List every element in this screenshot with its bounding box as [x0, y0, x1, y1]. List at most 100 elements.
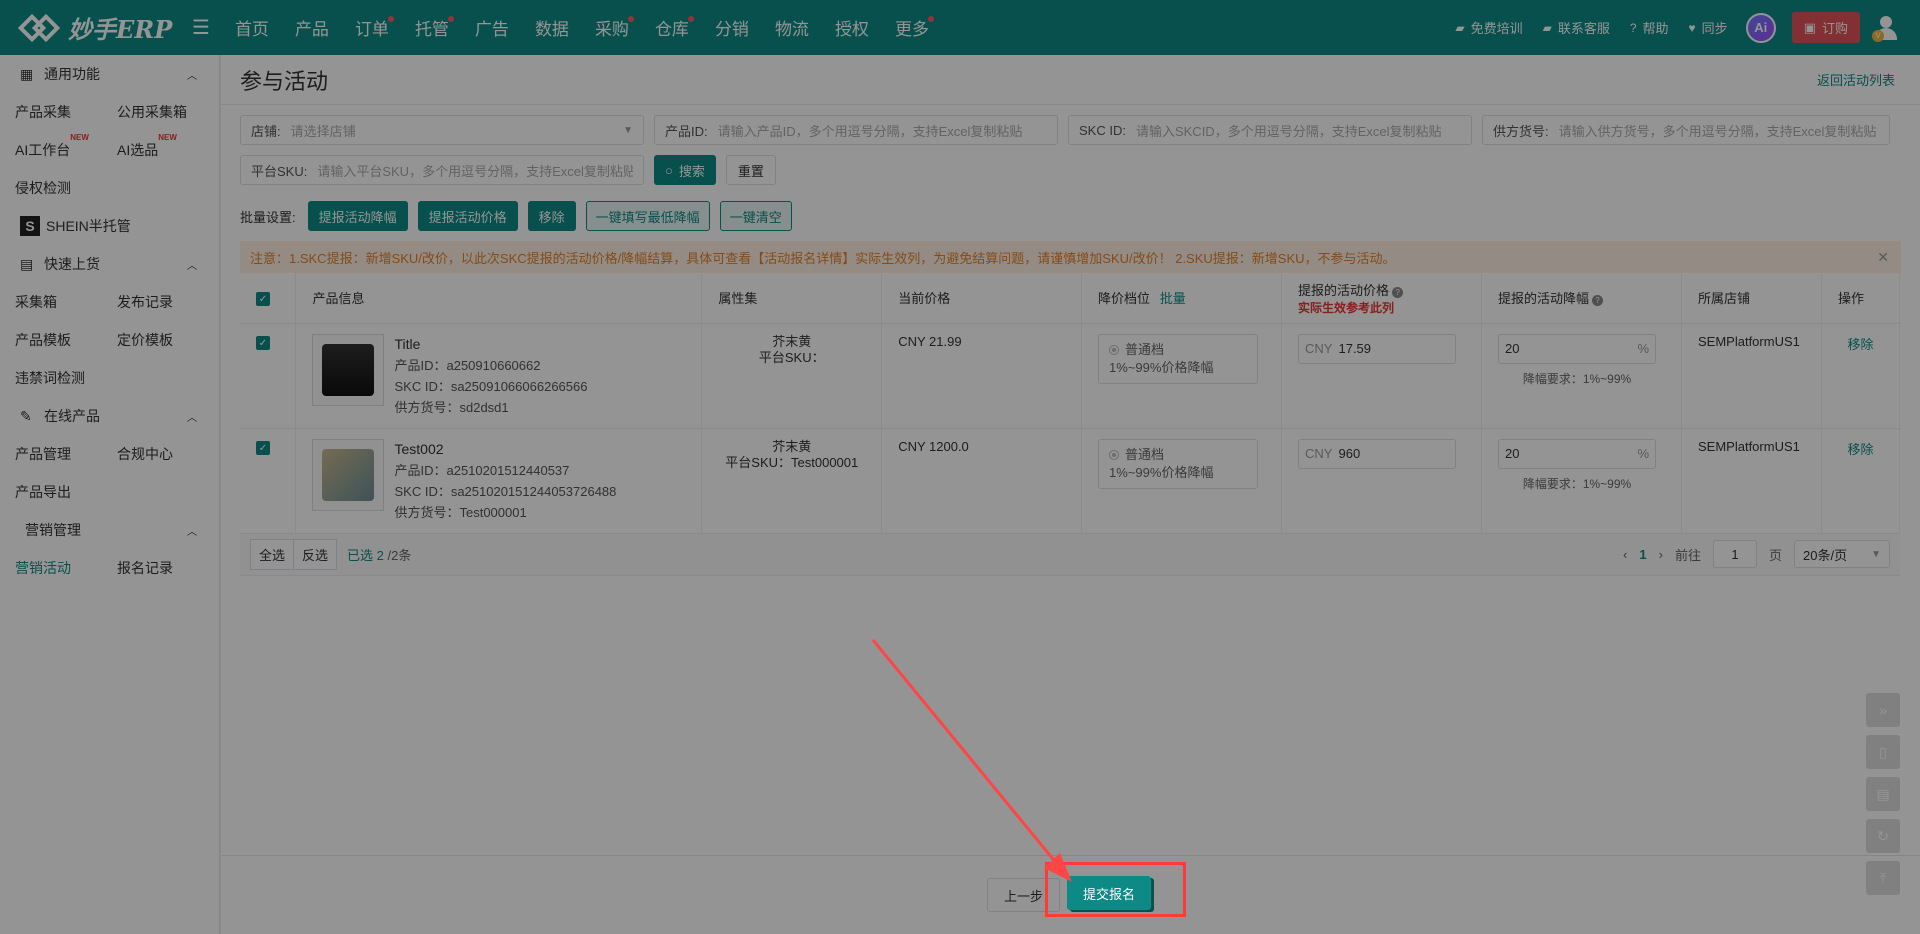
message-icon: ▰	[1542, 20, 1552, 35]
row-checkbox[interactable]: ✓	[256, 441, 270, 455]
remove-link[interactable]: 移除	[1847, 337, 1873, 352]
product-title[interactable]: Title	[394, 334, 587, 355]
sidebar-item-banned-words-check[interactable]: 违禁词检测	[0, 368, 102, 388]
goto-page-input[interactable]: 1	[1712, 540, 1757, 568]
sidebar-item-publish-records[interactable]: 发布记录	[102, 292, 204, 312]
sidebar-item-signup-records[interactable]: 报名记录	[102, 558, 204, 578]
help-link[interactable]: ? 帮助	[1630, 18, 1669, 37]
page-size-select[interactable]: 20条/页 ▼	[1794, 540, 1890, 568]
remove-link[interactable]: 移除	[1847, 442, 1873, 457]
nav-ads[interactable]: 广告	[462, 0, 522, 55]
clear-all-button[interactable]: 一键清空	[719, 201, 792, 231]
nav-authorization[interactable]: 授权	[822, 0, 882, 55]
sidebar-item-public-collect-box[interactable]: 公用采集箱	[102, 102, 204, 122]
skc-id-input[interactable]: SKC ID: 请输入SKCID，多个用逗号分隔，支持Excel复制粘贴	[1068, 115, 1472, 145]
help-icon[interactable]: ?	[1592, 295, 1604, 307]
vip-badge: V	[1872, 29, 1884, 42]
sidebar-item-ai-workbench[interactable]: AI工作台 NEW	[0, 133, 102, 160]
nav-logistics[interactable]: 物流	[762, 0, 822, 55]
search-button[interactable]: ○ 搜索	[654, 155, 716, 185]
sidebar-item-collect-box[interactable]: 采集箱	[0, 292, 102, 312]
radio-icon	[1109, 345, 1120, 356]
batch-remove-button[interactable]: 移除	[527, 201, 576, 231]
sidebar-item-infringement-check[interactable]: 侵权检测	[0, 178, 102, 198]
nav-purchase[interactable]: 采购	[582, 0, 642, 55]
order-button[interactable]: ▣ 订购	[1791, 12, 1860, 43]
fill-min-discount-button[interactable]: 一键填写最低降幅	[585, 201, 710, 231]
invert-selection-button[interactable]: 反选	[294, 538, 338, 570]
back-to-activity-list-link[interactable]: 返回活动列表	[1817, 70, 1901, 89]
activity-discount-input[interactable]: 20%	[1498, 438, 1657, 469]
product-thumbnail[interactable]	[312, 333, 385, 406]
activity-price-input[interactable]: CNY 17.59	[1298, 333, 1457, 364]
expand-icon[interactable]: »	[1866, 693, 1900, 727]
help-icon[interactable]: ?	[1392, 286, 1404, 298]
sidebar-section-general[interactable]: ▦ 通用功能 ︿	[0, 55, 219, 93]
logo-icon	[17, 13, 61, 43]
nav-products[interactable]: 产品	[282, 0, 342, 55]
nav-warehouse[interactable]: 仓库	[642, 0, 702, 55]
note-icon[interactable]: ▤	[1866, 777, 1900, 811]
sidebar-item-ai-selection[interactable]: AI选品 NEW	[102, 133, 204, 160]
sidebar-item-product-collect[interactable]: 产品采集	[0, 102, 102, 122]
store-select[interactable]: 店铺: 请选择店铺 ▼	[240, 115, 644, 145]
activity-price-input[interactable]: CNY 960	[1298, 438, 1457, 469]
sync-link[interactable]: ♥ 同步	[1689, 18, 1728, 37]
sidebar-item-compliance-center[interactable]: 合规中心	[102, 444, 204, 464]
reset-button[interactable]: 重置	[725, 155, 776, 185]
notification-dot	[687, 16, 694, 22]
logo[interactable]: 妙手ERP	[0, 10, 182, 45]
nav-hosting[interactable]: 托管	[402, 0, 462, 55]
nav-home[interactable]: 首页	[222, 0, 282, 55]
close-icon[interactable]: ✕	[1877, 249, 1889, 266]
sidebar: ▦ 通用功能 ︿ 产品采集 公用采集箱 AI工作台 NEW AI选品 NEW 侵权检…	[0, 55, 220, 934]
current-page[interactable]: 1	[1639, 547, 1646, 562]
nav-distribution[interactable]: 分销	[702, 0, 762, 55]
sidebar-section-shein[interactable]: S SHEIN半托管	[0, 207, 219, 245]
supplier-no-input[interactable]: 供方货号: 请输入供方货号，多个用逗号分隔，支持Excel复制粘贴	[1482, 115, 1890, 145]
platform-sku-input[interactable]: 平台SKU: 请输入平台SKU，多个用逗号分隔，支持Excel复制粘贴	[240, 155, 644, 185]
activity-discount-input[interactable]: 20%	[1498, 333, 1657, 364]
highlighted-submit-button[interactable]: 提交报名	[1067, 876, 1152, 910]
refresh-icon[interactable]: ↻	[1866, 819, 1900, 853]
sidebar-item-pricing-template[interactable]: 定价模板	[102, 330, 204, 350]
sidebar-section-quick-upload[interactable]: ▤ 快速上货 ︿	[0, 245, 219, 283]
prev-page-icon[interactable]: ‹	[1623, 547, 1627, 562]
tier-batch-link[interactable]: 批量	[1160, 291, 1186, 306]
contact-support-link[interactable]: ▰ 联系客服	[1543, 18, 1610, 37]
discount-hint: 降幅要求：1%~99%	[1522, 371, 1632, 386]
batch-price-button[interactable]: 提报活动价格	[417, 201, 518, 231]
product-title[interactable]: Test002	[394, 439, 616, 460]
price-tier-option[interactable]: 普通档 1%~99%价格降幅	[1098, 438, 1259, 489]
product-thumbnail[interactable]	[312, 438, 385, 511]
next-page-icon[interactable]: ›	[1659, 547, 1663, 562]
product-id-input[interactable]: 产品ID: 请输入产品ID，多个用逗号分隔，支持Excel复制粘贴	[654, 115, 1058, 145]
back-to-top-icon[interactable]: ⤒	[1866, 861, 1900, 895]
supplier-no: 供方货号：sd2dsd1	[394, 399, 509, 415]
table-row: ✓ Title 产品ID：a250910660662 SKC ID：sa2509…	[240, 323, 1901, 429]
free-training-link[interactable]: ▰ 免费培训	[1455, 18, 1522, 37]
col-activity-price: 提报的活动价格? 实际生效参考此列	[1281, 273, 1483, 324]
nav-orders[interactable]: 订单	[342, 0, 402, 55]
col-activity-discount: 提报的活动降幅?	[1481, 273, 1682, 324]
ai-assistant-icon[interactable]: Ai	[1745, 12, 1776, 43]
batch-discount-button[interactable]: 提报活动降幅	[307, 201, 408, 231]
sidebar-item-product-management[interactable]: 产品管理	[0, 444, 102, 464]
sidebar-item-marketing-activities[interactable]: 营销活动	[0, 558, 102, 578]
sidebar-item-product-export[interactable]: 产品导出	[0, 482, 102, 502]
sidebar-item-product-template[interactable]: 产品模板	[0, 330, 102, 350]
select-all-button[interactable]: 全选	[250, 538, 295, 570]
nav-more[interactable]: 更多	[882, 0, 942, 55]
mobile-icon[interactable]: ▯	[1866, 735, 1900, 769]
row-checkbox[interactable]: ✓	[256, 336, 270, 350]
store-name: SEMPlatformUS1	[1681, 428, 1822, 534]
chat-icon: ▰	[1455, 20, 1465, 35]
chevron-down-icon: ▼	[1871, 548, 1881, 560]
user-avatar-icon[interactable]: V	[1872, 14, 1900, 42]
nav-data[interactable]: 数据	[522, 0, 582, 55]
price-tier-option[interactable]: 普通档 1%~99%价格降幅	[1098, 333, 1259, 384]
sidebar-section-marketing[interactable]: 营销管理 ︿	[0, 511, 219, 549]
menu-toggle-icon[interactable]: ☰	[192, 15, 210, 40]
select-all-checkbox[interactable]: ✓	[256, 292, 270, 306]
sidebar-section-online-products[interactable]: ✎ 在线产品 ︿	[0, 397, 219, 435]
